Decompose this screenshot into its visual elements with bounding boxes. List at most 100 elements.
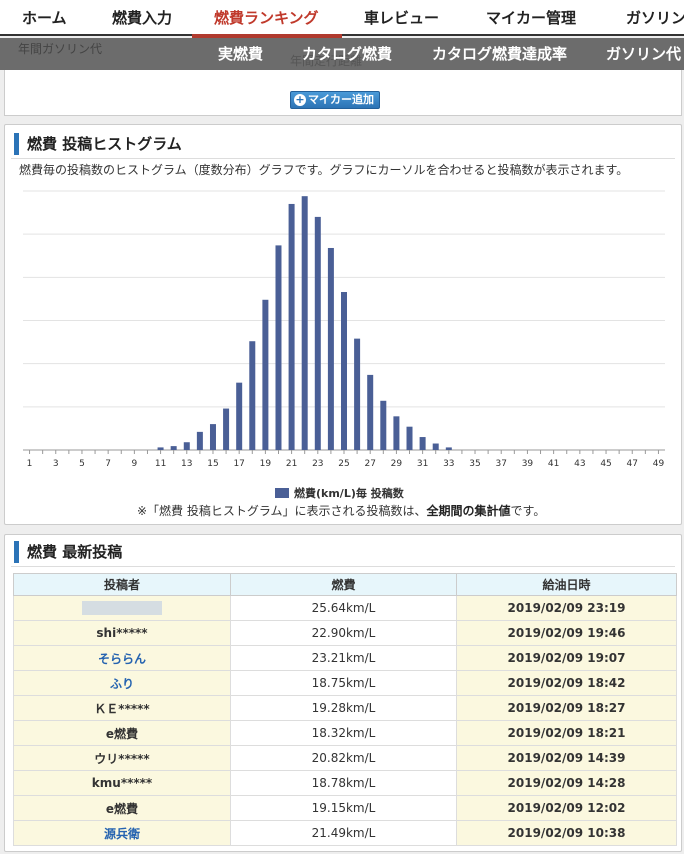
x-tick-label: 45 — [600, 459, 611, 469]
top-nav: ホーム 燃費入力 燃費ランキング 車レビュー マイカー管理 ガソリン — [0, 0, 684, 38]
poster-cell[interactable]: 源兵衛 — [13, 820, 231, 846]
histogram-bar[interactable] — [157, 447, 164, 450]
histogram-bar[interactable] — [275, 245, 282, 450]
histogram-bar[interactable] — [262, 299, 269, 450]
divider — [11, 158, 675, 159]
x-tick-label: 43 — [574, 459, 585, 469]
histogram-bar[interactable] — [341, 292, 347, 450]
fuel-cell: 23.21km/L — [230, 645, 457, 671]
date-cell: 2019/02/09 14:39 — [456, 745, 677, 771]
histogram-bar[interactable] — [354, 338, 361, 450]
histogram-bar[interactable] — [249, 341, 256, 450]
histogram-note: ※「燃費 投稿ヒストグラム」に表示される投稿数は、全期間の集計値です。 — [137, 502, 545, 519]
histogram-panel: 燃費 投稿ヒストグラム 燃費毎の投稿数のヒストグラム（度数分布）グラフです。グラ… — [4, 124, 682, 525]
nav-car-review[interactable]: 車レビュー — [364, 0, 439, 36]
table-row: kmu***** 18.78km/L 2019/02/09 14:28 — [13, 770, 677, 796]
x-tick-label: 33 — [443, 459, 454, 469]
x-tick-label: 17 — [233, 459, 244, 469]
histogram-bar[interactable] — [183, 442, 190, 450]
date-cell: 2019/02/09 10:38 — [456, 820, 677, 846]
histogram-bar[interactable] — [209, 424, 216, 450]
histogram-bar[interactable] — [223, 408, 230, 450]
x-tick-label: 49 — [653, 459, 665, 469]
date-cell: 2019/02/09 12:02 — [456, 795, 677, 821]
x-tick-label: 3 — [53, 459, 59, 469]
fuel-cell: 19.28km/L — [230, 695, 457, 721]
table-row: ふり 18.75km/L 2019/02/09 18:42 — [13, 670, 677, 696]
histogram-bar[interactable] — [196, 431, 203, 450]
histogram-bar[interactable] — [393, 416, 400, 450]
fuel-cell: 20.82km/L — [230, 745, 457, 771]
histogram-bar[interactable] — [327, 247, 334, 450]
header-fuel: 燃費 — [230, 573, 457, 596]
x-tick-label: 9 — [132, 459, 138, 469]
note-bold: 全期間の集計値 — [426, 504, 511, 518]
legend-swatch — [275, 488, 289, 498]
fuel-cell: 18.75km/L — [230, 670, 457, 696]
date-cell: 2019/02/09 19:07 — [456, 645, 677, 671]
poster-cell: kmu***** — [13, 770, 231, 796]
redacted-name — [82, 601, 162, 616]
add-mycar-button[interactable]: + マイカー追加 — [290, 91, 380, 109]
table-row: e燃費 18.32km/L 2019/02/09 18:21 — [13, 720, 677, 746]
fuel-cell: 18.32km/L — [230, 720, 457, 746]
header-poster: 投稿者 — [13, 573, 231, 596]
date-cell: 2019/02/09 18:27 — [456, 695, 677, 721]
poster-cell: e燃費 — [13, 720, 231, 746]
date-cell: 2019/02/09 14:28 — [456, 770, 677, 796]
x-tick-label: 11 — [155, 459, 166, 469]
x-tick-label: 5 — [79, 459, 85, 469]
x-tick-label: 41 — [548, 459, 559, 469]
submenu-actual-fuel[interactable]: 実燃費 — [218, 38, 263, 70]
histogram-bar[interactable] — [432, 443, 439, 450]
nav-mycar[interactable]: マイカー管理 — [486, 0, 576, 36]
latest-posts-panel: 燃費 最新投稿 投稿者 燃費 給油日時 25.64km/L 2019/02/09 … — [4, 534, 682, 852]
latest-posts-table: 投稿者 燃費 給油日時 25.64km/L 2019/02/09 23:19 shi… — [13, 573, 677, 846]
histogram-bar[interactable] — [419, 437, 426, 450]
histogram-bar[interactable] — [301, 196, 308, 450]
date-cell: 2019/02/09 18:21 — [456, 720, 677, 746]
x-tick-label: 1 — [27, 459, 33, 469]
table-row: ＫＥ***** 19.28km/L 2019/02/09 18:27 — [13, 695, 677, 721]
poster-cell: ウリ***** — [13, 745, 231, 771]
poster-cell[interactable]: ふり — [13, 670, 231, 696]
table-row: 25.64km/L 2019/02/09 23:19 — [13, 595, 677, 621]
latest-title: 燃費 最新投稿 — [14, 541, 122, 563]
date-cell: 2019/02/09 18:42 — [456, 670, 677, 696]
x-tick-label: 37 — [495, 459, 506, 469]
histogram-bar[interactable] — [367, 374, 374, 450]
x-tick-label: 19 — [260, 459, 272, 469]
nav-home[interactable]: ホーム — [22, 0, 67, 36]
submenu-catalog-fuel[interactable]: カタログ燃費 — [302, 38, 392, 70]
histogram-bar[interactable] — [314, 216, 321, 450]
histogram-bar[interactable] — [236, 382, 243, 450]
submenu-gas-cost[interactable]: ガソリン代 — [606, 38, 681, 70]
fuel-cell: 19.15km/L — [230, 795, 457, 821]
nav-fuel-ranking[interactable]: 燃費ランキング — [214, 0, 319, 36]
poster-cell[interactable]: そららん — [13, 645, 231, 671]
header-date: 給油日時 — [456, 573, 677, 596]
date-cell: 2019/02/09 23:19 — [456, 595, 677, 621]
histogram-bar[interactable] — [406, 426, 413, 450]
legend-label: 燃費(km/L)毎 投稿数 — [294, 487, 404, 500]
submenu-catalog-rate[interactable]: カタログ燃費達成率 — [432, 38, 567, 70]
chart-legend: 燃費(km/L)毎 投稿数 — [275, 485, 404, 501]
fuel-cell: 21.49km/L — [230, 820, 457, 846]
plus-icon: + — [294, 93, 306, 106]
histogram-bar[interactable] — [445, 447, 452, 450]
nav-fuel-input[interactable]: 燃費入力 — [112, 0, 172, 36]
note-suffix: です。 — [510, 504, 546, 518]
poster-cell: ＫＥ***** — [13, 695, 231, 721]
x-tick-label: 47 — [627, 459, 638, 469]
table-header-row: 投稿者 燃費 給油日時 — [13, 573, 677, 596]
x-tick-label: 21 — [286, 459, 297, 469]
histogram-bar[interactable] — [170, 446, 177, 450]
nav-gasoline[interactable]: ガソリン — [626, 0, 684, 36]
histogram-chart[interactable]: 1 3 5 7 9 11 13 15 17 19 21 23 25 27 29 31 33 35 37 39 41 43 4… — [5, 175, 681, 480]
table-row: そららん 23.21km/L 2019/02/09 19:07 — [13, 645, 677, 671]
histogram-bar[interactable] — [288, 203, 295, 450]
histogram-bar[interactable] — [380, 400, 387, 450]
x-tick-label: 31 — [417, 459, 428, 469]
divider — [11, 566, 675, 567]
table-row: ウリ***** 20.82km/L 2019/02/09 14:39 — [13, 745, 677, 771]
